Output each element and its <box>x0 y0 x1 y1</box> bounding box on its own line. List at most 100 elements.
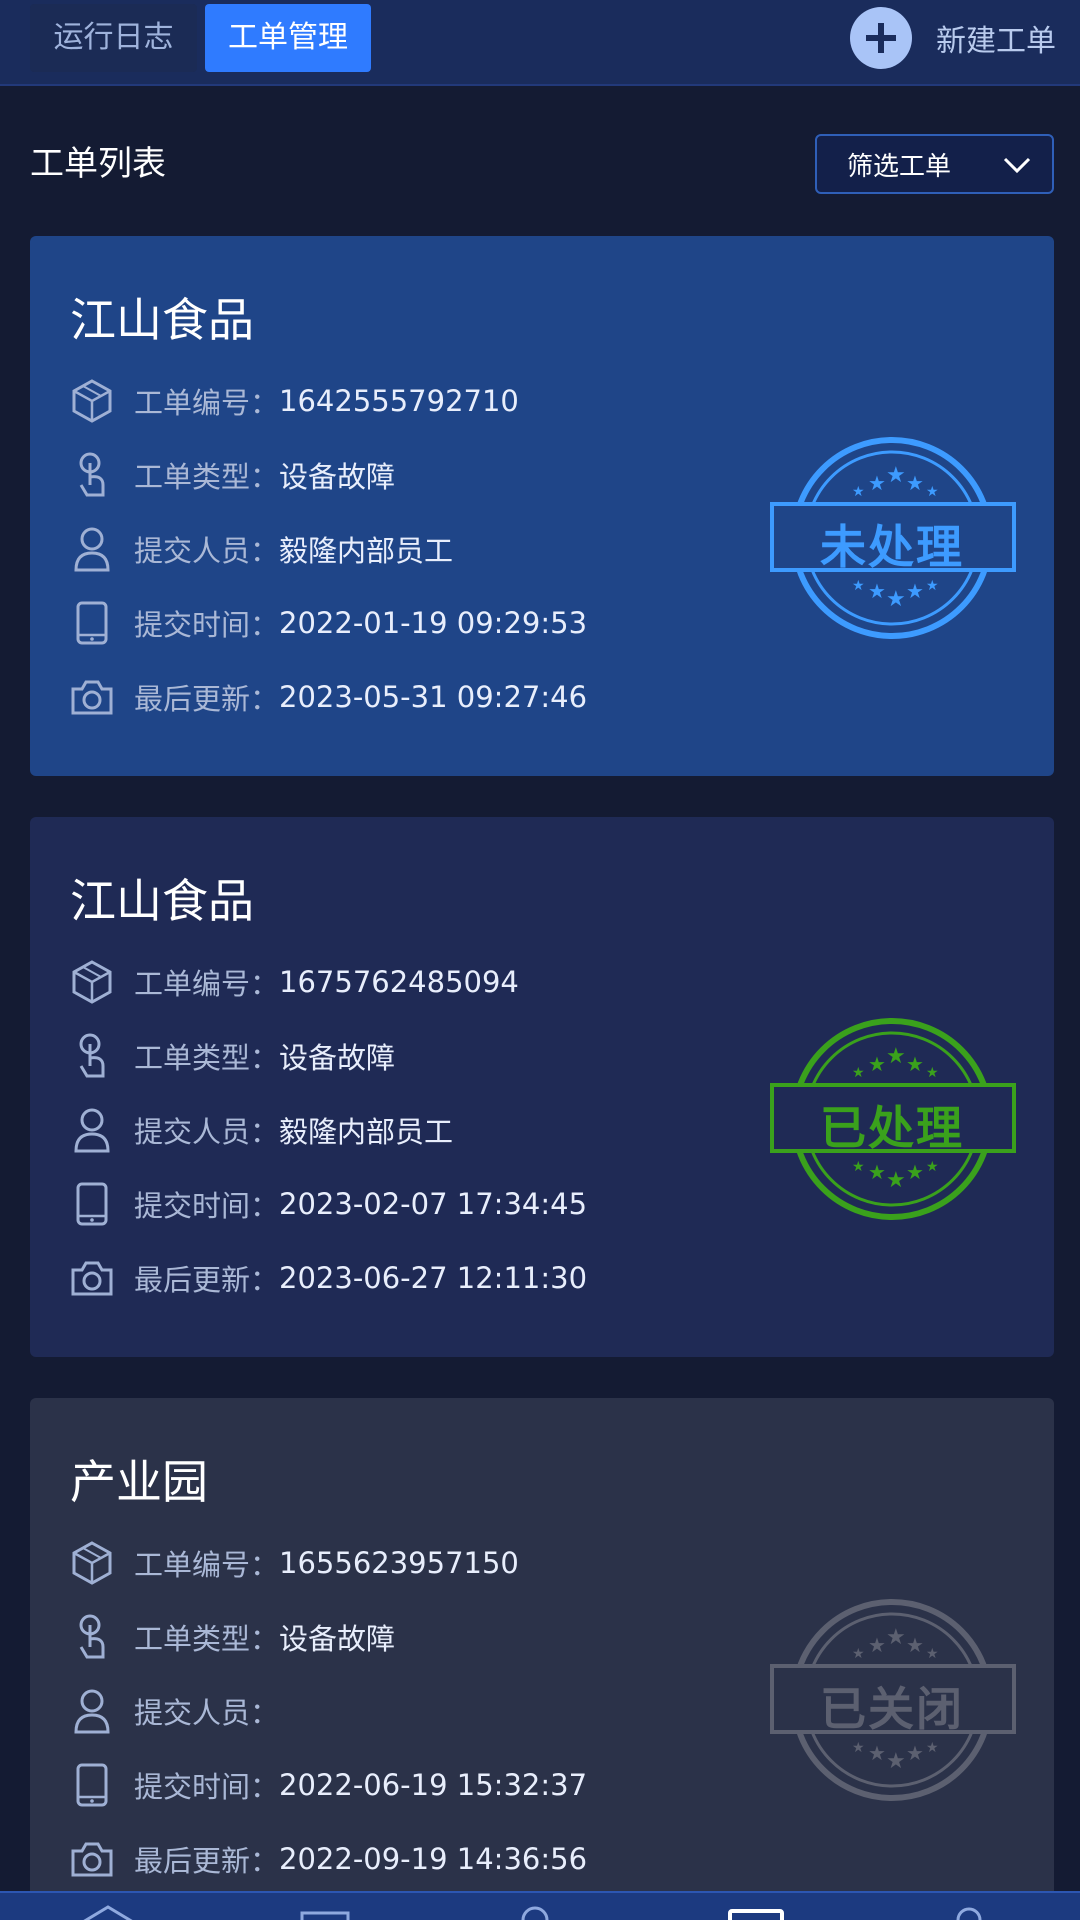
order-type-label: 工单类型： <box>134 1041 280 1075</box>
order-card[interactable]: 江山食品 工单编号： 1675762485094 工单类型： 设备故障 提交人员… <box>30 817 1054 1357</box>
card-company: 江山食品 <box>70 874 254 928</box>
plus-icon <box>850 7 912 69</box>
order-no-label: 工单编号： <box>134 386 280 420</box>
svg-text:★: ★ <box>906 1160 924 1184</box>
user-icon <box>70 1686 114 1736</box>
status-stamp: ★ ★ ★ ★ ★ ★ ★ ★ ★ ★ 未处理 <box>770 434 1020 644</box>
card-company: 产业园 <box>70 1455 208 1509</box>
svg-text:★: ★ <box>926 1065 939 1081</box>
svg-text:★: ★ <box>926 1159 939 1175</box>
svg-text:★: ★ <box>886 463 906 488</box>
workorder-icon[interactable] <box>728 1903 784 1920</box>
last-update-row: 最后更新： 2022-09-19 14:36:56 <box>70 1834 587 1884</box>
filter-dropdown[interactable]: 筛选工单 <box>815 134 1054 194</box>
svg-text:★: ★ <box>868 471 886 495</box>
list-icon[interactable] <box>300 1903 350 1920</box>
svg-text:★: ★ <box>906 1052 924 1076</box>
order-type-row: 工单类型： 设备故障 <box>70 450 395 500</box>
status-text: 已处理 <box>820 1101 964 1155</box>
top-bar: 运行日志 工单管理 新建工单 <box>0 0 1080 86</box>
new-order-button[interactable]: 新建工单 <box>850 6 1056 70</box>
bottom-nav <box>0 1891 1080 1920</box>
order-type-label: 工单类型： <box>134 460 280 494</box>
svg-text:★: ★ <box>926 1740 939 1756</box>
svg-text:★: ★ <box>886 1168 906 1193</box>
submitter-row: 提交人员： 毅隆内部员工 <box>70 524 453 574</box>
submit-time-value: 2022-01-19 09:29:53 <box>279 606 588 640</box>
svg-text:★: ★ <box>926 484 939 500</box>
submitter-value: 毅隆内部员工 <box>279 1115 454 1149</box>
status-text: 未处理 <box>820 520 964 574</box>
tab-run-log[interactable]: 运行日志 <box>30 4 197 72</box>
order-type-row: 工单类型： 设备故障 <box>70 1612 395 1662</box>
svg-text:★: ★ <box>926 578 939 594</box>
camera-icon <box>70 1834 114 1884</box>
order-card[interactable]: 江山食品 工单编号： 1642555792710 工单类型： 设备故障 提交人员… <box>30 236 1054 776</box>
user-icon <box>70 1105 114 1155</box>
submitter-value: 毅隆内部员工 <box>279 534 454 568</box>
order-card[interactable]: 产业园 工单编号： 1655623957150 工单类型： 设备故障 提交人员：… <box>30 1398 1054 1920</box>
new-order-label: 新建工单 <box>936 24 1056 59</box>
svg-text:★: ★ <box>868 1741 886 1765</box>
card-company: 江山食品 <box>70 293 254 347</box>
svg-text:★: ★ <box>868 579 886 603</box>
svg-text:★: ★ <box>906 471 924 495</box>
svg-text:★: ★ <box>886 1625 906 1650</box>
order-no-row: 工单编号： 1655623957150 <box>70 1538 519 1588</box>
status-stamp: ★ ★ ★ ★ ★ ★ ★ ★ ★ ★ 已关闭 <box>770 1596 1020 1806</box>
last-update-value: 2022-09-19 14:36:56 <box>279 1842 588 1876</box>
chevron-down-icon <box>1003 157 1031 174</box>
submit-time-value: 2023-02-07 17:34:45 <box>279 1187 588 1221</box>
user-icon[interactable] <box>952 1903 986 1920</box>
svg-text:★: ★ <box>886 587 906 612</box>
submit-time-value: 2022-06-19 15:32:37 <box>279 1768 588 1802</box>
order-type-label: 工单类型： <box>134 1622 280 1656</box>
camera-icon <box>70 672 114 722</box>
camera-icon <box>70 1253 114 1303</box>
order-no-label: 工单编号： <box>134 1548 280 1582</box>
svg-text:★: ★ <box>852 484 865 500</box>
order-no-row: 工单编号： 1675762485094 <box>70 957 519 1007</box>
location-icon[interactable] <box>518 1903 552 1920</box>
last-update-value: 2023-06-27 12:11:30 <box>279 1261 588 1295</box>
tablet-icon <box>70 1179 114 1229</box>
order-type-value: 设备故障 <box>279 460 396 494</box>
touch-icon <box>70 1031 114 1081</box>
svg-text:★: ★ <box>852 1159 865 1175</box>
svg-text:★: ★ <box>868 1160 886 1184</box>
order-no-value: 1655623957150 <box>279 1546 519 1580</box>
tablet-icon <box>70 598 114 648</box>
last-update-value: 2023-05-31 09:27:46 <box>279 680 588 714</box>
list-title: 工单列表 <box>30 144 166 184</box>
cube-icon <box>70 376 114 426</box>
touch-icon <box>70 450 114 500</box>
submit-time-row: 提交时间： 2023-02-07 17:34:45 <box>70 1179 587 1229</box>
last-update-label: 最后更新： <box>134 1844 280 1878</box>
last-update-label: 最后更新： <box>134 682 280 716</box>
svg-text:★: ★ <box>852 578 865 594</box>
svg-text:★: ★ <box>852 1646 865 1662</box>
home-icon[interactable] <box>76 1903 140 1920</box>
svg-text:★: ★ <box>886 1044 906 1069</box>
order-no-label: 工单编号： <box>134 967 280 1001</box>
status-text: 已关闭 <box>820 1682 964 1736</box>
svg-text:★: ★ <box>906 579 924 603</box>
touch-icon <box>70 1612 114 1662</box>
svg-text:★: ★ <box>868 1052 886 1076</box>
submitter-row: 提交人员： <box>70 1686 279 1736</box>
svg-text:★: ★ <box>886 1749 906 1774</box>
svg-text:★: ★ <box>906 1633 924 1657</box>
submit-time-label: 提交时间： <box>134 1770 280 1804</box>
cube-icon <box>70 1538 114 1588</box>
svg-text:★: ★ <box>852 1740 865 1756</box>
submitter-label: 提交人员： <box>134 1696 280 1730</box>
order-no-row: 工单编号： 1642555792710 <box>70 376 519 426</box>
submitter-label: 提交人员： <box>134 534 280 568</box>
tab-order-management[interactable]: 工单管理 <box>205 4 371 72</box>
user-icon <box>70 524 114 574</box>
cube-icon <box>70 957 114 1007</box>
status-stamp: ★ ★ ★ ★ ★ ★ ★ ★ ★ ★ 已处理 <box>770 1015 1020 1225</box>
order-no-value: 1642555792710 <box>279 384 519 418</box>
tablet-icon <box>70 1760 114 1810</box>
order-no-value: 1675762485094 <box>279 965 519 999</box>
